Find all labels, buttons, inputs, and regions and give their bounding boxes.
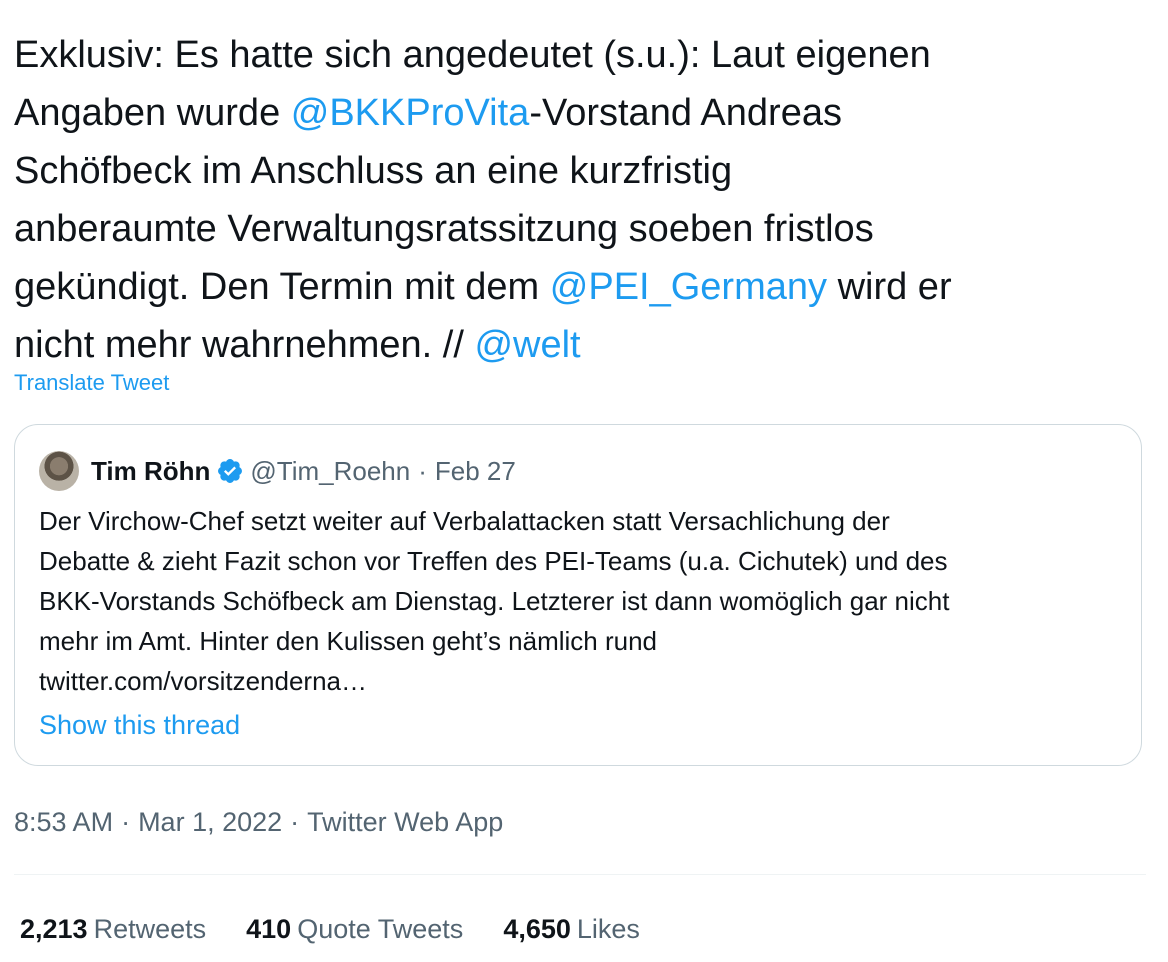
mention-link[interactable]: @welt — [474, 324, 580, 366]
translate-tweet-link[interactable]: Translate Tweet — [14, 368, 169, 398]
quoted-tweet-text-line: mehr im Amt. Hinter den Kulissen geht’s … — [39, 626, 658, 656]
mention-link[interactable]: @BKKProVita — [291, 92, 530, 134]
quote-tweets-stat[interactable]: 410 Quote Tweets — [246, 910, 463, 948]
quoted-tweet-card[interactable]: Tim Röhn @Tim_Roehn · Feb 27 Der Virchow… — [14, 424, 1142, 766]
quote-tweets-label: Quote Tweets — [297, 914, 464, 944]
tweet-text: Exklusiv: Es hatte sich angedeutet (s.u.… — [14, 26, 1154, 374]
likes-label: Likes — [576, 914, 640, 944]
tweet-text-segment: Angaben wurde — [14, 92, 291, 134]
quoted-tweet-text-line: Debatte & zieht Fazit schon vor Treffen … — [39, 546, 948, 576]
quoted-tweet-header: Tim Röhn @Tim_Roehn · Feb 27 — [39, 451, 516, 491]
tweet-text-segment: wird er — [827, 266, 952, 308]
tweet-date[interactable]: Mar 1, 2022 — [138, 807, 282, 837]
tweet-text-line: Angaben wurde @BKKProVita-Vorstand Andre… — [14, 84, 1154, 142]
tweet-text-segment: Exklusiv: Es hatte sich angedeutet (s.u.… — [14, 34, 931, 76]
likes-count: 4,650 — [503, 914, 571, 944]
retweets-stat[interactable]: 2,213 Retweets — [20, 910, 206, 948]
retweets-count: 2,213 — [20, 914, 88, 944]
quoted-tweet-text-line: Der Virchow-Chef setzt weiter auf Verbal… — [39, 506, 890, 536]
tweet-text-segment: nicht mehr wahrnehmen. // — [14, 324, 475, 366]
tweet-text-line: anberaumte Verwaltungsratssitzung soeben… — [14, 200, 1154, 258]
tweet-text-line: Exklusiv: Es hatte sich angedeutet (s.u.… — [14, 26, 1154, 84]
tweet-text-segment: anberaumte Verwaltungsratssitzung soeben… — [14, 208, 874, 250]
tweet-stats: 2,213 Retweets 410 Quote Tweets 4,650 Likes — [20, 910, 680, 948]
meta-separator: · — [121, 807, 131, 837]
tweet-text-line: nicht mehr wahrnehmen. // @welt — [14, 316, 1154, 374]
tweet-metadata: 8:53 AM · Mar 1, 2022 · Twitter Web App — [14, 804, 503, 840]
quoted-tweet-text-line: BKK-Vorstands Schöfbeck am Dienstag. Let… — [39, 586, 950, 616]
verified-badge-icon — [216, 457, 244, 485]
quoted-tweet-text-line: twitter.com/vorsitzenderna… — [39, 666, 368, 696]
avatar[interactable] — [39, 451, 79, 491]
tweet-source[interactable]: Twitter Web App — [307, 807, 503, 837]
tweet-text-segment: Schöfbeck im Anschluss an eine kurzfrist… — [14, 150, 733, 192]
tweet-text-line: Schöfbeck im Anschluss an eine kurzfrist… — [14, 142, 1154, 200]
meta-separator: · — [290, 807, 300, 837]
quoted-tweet-text: Der Virchow-Chef setzt weiter auf Verbal… — [39, 501, 1119, 701]
quoted-tweet-date[interactable]: Feb 27 — [435, 456, 516, 487]
tweet-time[interactable]: 8:53 AM — [14, 807, 113, 837]
likes-stat[interactable]: 4,650 Likes — [503, 910, 640, 948]
mention-link[interactable]: @PEI_Germany — [550, 266, 827, 308]
quoted-author-handle[interactable]: @Tim_Roehn — [250, 456, 410, 487]
quote-tweets-count: 410 — [246, 914, 292, 944]
quoted-author-name[interactable]: Tim Röhn — [91, 456, 210, 487]
tweet-text-segment: -Vorstand Andreas — [529, 92, 842, 134]
show-thread-link[interactable]: Show this thread — [39, 707, 240, 743]
divider — [14, 874, 1146, 875]
tweet-text-segment: gekündigt. Den Termin mit dem — [14, 266, 550, 308]
header-separator: · — [418, 455, 427, 486]
tweet-text-line: gekündigt. Den Termin mit dem @PEI_Germa… — [14, 258, 1154, 316]
retweets-label: Retweets — [93, 914, 207, 944]
